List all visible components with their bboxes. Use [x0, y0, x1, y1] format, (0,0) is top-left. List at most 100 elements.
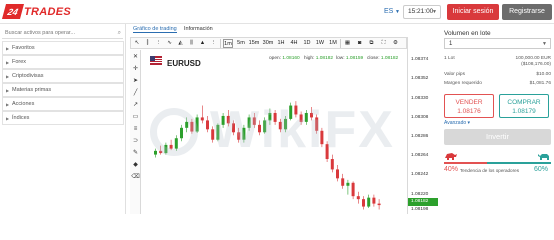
candle-body — [325, 144, 329, 160]
candle-body — [226, 115, 230, 124]
ohlc-close: close: 1.08182 — [367, 56, 399, 61]
price-tick: 1.08308 — [411, 115, 429, 120]
buy-percentage: 60% — [534, 166, 549, 173]
timeframe-1h[interactable]: 1H — [276, 39, 286, 48]
toolbar-divider — [340, 39, 341, 48]
margin-row: Margen requerido $1,081.76 — [444, 81, 551, 86]
candle-body — [211, 129, 215, 140]
timeframe-1d[interactable]: 1D — [302, 39, 312, 48]
category-acciones[interactable]: ▶ Acciones — [2, 97, 124, 111]
candle-body — [180, 127, 183, 139]
symbol-name: EURUSD — [167, 59, 201, 68]
fullscreen-icon[interactable]: ⛶ — [379, 39, 388, 48]
category-criptodivisas[interactable]: ▶ Criptodivisas — [2, 69, 124, 83]
magnet-icon[interactable]: ⊃ — [131, 137, 140, 146]
category-label: Favoritos — [12, 45, 35, 51]
timeframe-1m[interactable]: 1m — [223, 39, 233, 48]
candlestick-plot — [154, 101, 381, 210]
candles-icon[interactable]: ⫿ — [143, 39, 152, 48]
category-label: Acciones — [12, 101, 35, 107]
settings-icon[interactable]: ⚙ — [391, 39, 400, 48]
candle-body — [356, 196, 360, 200]
category-favoritos[interactable]: ▶ Favoritos — [2, 41, 124, 55]
bars-icon[interactable]: ⫶ — [154, 39, 163, 48]
category-forex[interactable]: ▶ Forex — [2, 55, 124, 69]
candle-body — [232, 123, 235, 133]
timeframe-1w[interactable]: 1W — [315, 39, 325, 48]
sell-button[interactable]: VENDER 1.08176 — [444, 94, 494, 118]
triangle-icon[interactable]: ▲ — [198, 39, 207, 48]
trendline-icon[interactable]: ↗ — [131, 101, 140, 110]
current-price-tag: 1.08182 — [408, 198, 438, 206]
crosshair-icon[interactable]: ✛ — [131, 65, 140, 74]
candle-body — [330, 159, 334, 170]
pointer-icon[interactable]: ➤ — [131, 77, 140, 86]
timeframe-4h[interactable]: 4H — [289, 39, 299, 48]
search-icon: ⌕ — [117, 30, 121, 36]
candle-body — [164, 144, 168, 154]
volume-value: 1 — [449, 41, 453, 47]
register-button[interactable]: Registrarse — [502, 4, 552, 20]
logo[interactable]: 24 TRADES — [1, 4, 71, 19]
tab-information[interactable]: Información — [184, 26, 213, 32]
volume-select[interactable]: 1 ▼ — [444, 38, 551, 49]
price-tick: 1.08352 — [411, 76, 429, 81]
fibonacci-icon[interactable]: ≡ — [131, 125, 140, 134]
caret-right-icon: ▶ — [6, 116, 10, 121]
time-selector[interactable]: 15:21:00 ▼ — [403, 5, 441, 19]
caret-right-icon: ▶ — [6, 46, 10, 51]
cursor-icon[interactable]: ↖ — [133, 39, 141, 48]
candle-body — [247, 117, 251, 128]
camera-icon[interactable]: ◙ — [355, 39, 364, 48]
trade-panel: Volumen en lote 1 ▼ 1 Lot 100,000.00 EUR… — [441, 24, 554, 214]
sentiment-label: Tendencia de los operadores — [460, 168, 519, 173]
heikin-icon[interactable]: ⫼ — [187, 39, 196, 48]
rectangle-tool-icon[interactable]: ▭ — [131, 113, 140, 122]
area-chart-icon[interactable]: ◭ — [176, 39, 185, 48]
pen-icon[interactable]: ✎ — [131, 149, 140, 158]
login-button[interactable]: Iniciar sesión — [447, 4, 499, 20]
timeframe-15m[interactable]: 15m — [248, 39, 260, 48]
sell-label: VENDER — [455, 99, 483, 106]
ohlc-low: low: 1.08159 — [336, 56, 364, 61]
candle-body — [159, 150, 163, 154]
invest-button[interactable]: Invertir — [444, 129, 551, 145]
line-tool-icon[interactable]: ╱ — [131, 89, 140, 98]
price-chart[interactable] — [142, 50, 407, 214]
buy-label: COMPRAR — [507, 99, 541, 106]
compare-icon[interactable]: ⧉ — [367, 39, 376, 48]
category-materias-primas[interactable]: ▶ Materias primas — [2, 83, 124, 97]
search-input[interactable]: Buscar activos para operar... ⌕ — [2, 28, 123, 39]
candle-body — [268, 112, 272, 121]
timeframe-30m[interactable]: 30m — [262, 39, 274, 48]
advanced-toggle[interactable]: Avanzado ▾ — [444, 120, 470, 126]
timeframe-5m[interactable]: 5m — [236, 39, 246, 48]
price-tick: 1.08264 — [411, 153, 429, 158]
price-axis[interactable]: 1.08374 1.08352 1.08330 1.08308 1.08286 … — [407, 37, 438, 214]
grid-icon[interactable]: ▦ — [343, 39, 352, 48]
category-label: Índices — [12, 115, 30, 121]
chevron-down-icon[interactable]: ▼ — [395, 9, 400, 15]
close-icon[interactable]: ✕ — [131, 53, 140, 62]
indicators-icon[interactable]: ⋮ — [209, 39, 218, 48]
pip-value-row: Valor pips $10.00 — [444, 72, 551, 77]
candle-body — [216, 124, 220, 140]
line-chart-icon[interactable]: ∿ — [165, 39, 174, 48]
language-selector[interactable]: ES — [384, 8, 393, 15]
category-indices[interactable]: ▶ Índices — [2, 111, 124, 125]
candle-body — [377, 203, 381, 206]
timeframe-1month[interactable]: 1M — [328, 39, 338, 48]
candle-body — [346, 182, 350, 186]
price-tick: 1.08374 — [411, 57, 429, 62]
tab-trading-chart[interactable]: Gráfico de trading — [133, 26, 177, 33]
buy-button[interactable]: COMPRAR 1.08179 — [499, 94, 549, 118]
candle-body — [336, 169, 339, 179]
candle-body — [320, 130, 324, 145]
ohlc-open: open: 1.08160 — [269, 56, 300, 61]
candle-body — [190, 121, 194, 132]
drawing-tools: ✕ ✛ ➤ ╱ ↗ ▭ ≡ ⊃ ✎ ◆ ⌫ — [130, 50, 141, 214]
volume-label: Volumen en lote — [444, 30, 491, 37]
trash-icon[interactable]: ⌫ — [131, 173, 140, 182]
caret-right-icon: ▶ — [6, 60, 10, 65]
eraser-icon[interactable]: ◆ — [131, 161, 140, 170]
